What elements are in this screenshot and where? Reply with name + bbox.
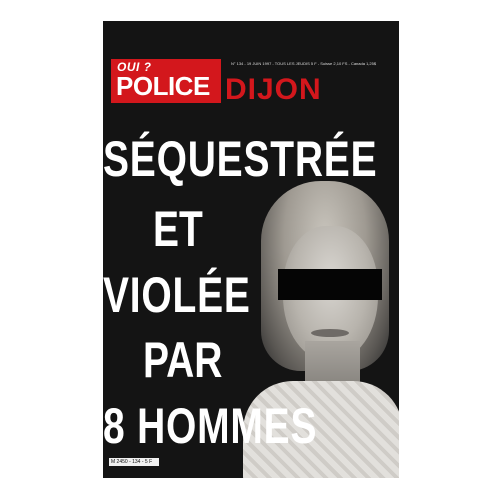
publication-logo: OUI ? POLICE — [111, 59, 221, 103]
headline-line-3: VIOLÉE — [103, 267, 251, 323]
headline-line-4: PAR — [143, 332, 223, 388]
city-title: DIJON — [225, 73, 322, 106]
censor-bar — [278, 269, 382, 300]
photo-mouth — [311, 329, 349, 337]
issue-meta: N° 134 - 19 JUIN 1997 - TOUS LES JEUDIS … — [231, 61, 377, 66]
barcode-label: M 2450 - 134 - 5 F — [109, 458, 159, 466]
headline-line-5: 8 HOMMES — [103, 398, 318, 454]
headline-line-1: SÉQUESTRÉE — [103, 131, 378, 187]
headline-line-2: ET — [153, 201, 203, 257]
poster: OUI ? POLICE N° 134 - 19 JUIN 1997 - TOU… — [103, 21, 399, 478]
logo-title: POLICE — [116, 71, 210, 101]
